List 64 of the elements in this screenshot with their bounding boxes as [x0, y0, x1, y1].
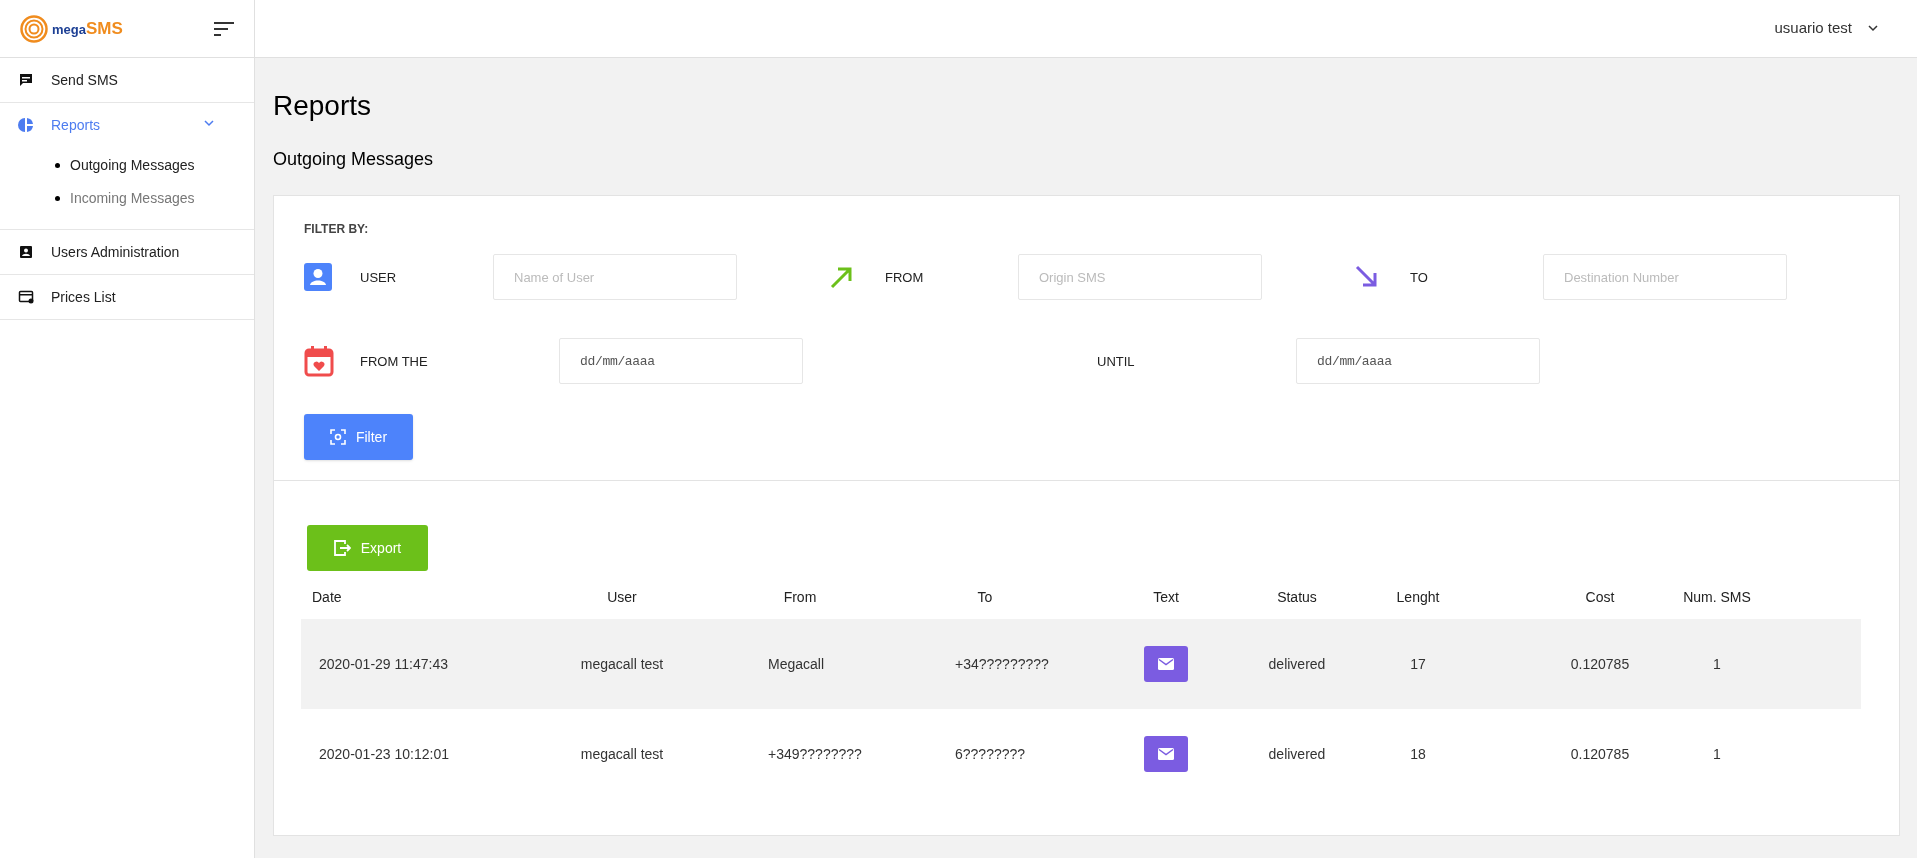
column-header: Text — [1153, 587, 1179, 607]
user-menu[interactable]: usuario test — [1774, 17, 1878, 40]
table-cell-text: 0.120785 — [1570, 654, 1630, 674]
table-cell-text: 18 — [1410, 744, 1426, 764]
table-cell-text: +349???????? — [768, 744, 862, 764]
export-icon — [333, 540, 351, 556]
arrow-down-right-icon — [1354, 264, 1378, 290]
table-cell-text: Megacall — [768, 654, 825, 674]
card-icon — [18, 289, 34, 305]
input-field[interactable]: Name of User — [493, 254, 737, 300]
field-label: TO — [1410, 270, 1428, 285]
column-header: Date — [312, 587, 342, 607]
chevron-down-icon[interactable] — [1868, 25, 1878, 32]
page-title: Reports — [273, 89, 373, 123]
submenu-item[interactable]: Incoming Messages — [70, 188, 195, 209]
column-header: Num. SMS — [1683, 587, 1751, 607]
table-cell-text: delivered — [1268, 654, 1326, 674]
column-header: From — [783, 587, 817, 607]
table-cell-text: delivered — [1268, 744, 1326, 764]
input-field[interactable]: Origin SMS — [1018, 254, 1262, 300]
sidebar-item[interactable]: Send SMS — [0, 58, 254, 102]
logo-text: megaSMS — [52, 20, 123, 37]
column-header: Status — [1277, 587, 1317, 607]
table-cell-text: 2020-01-23 10:12:01 — [319, 744, 449, 764]
column-header: Cost — [1585, 587, 1615, 607]
field-label: UNTIL — [1097, 354, 1135, 369]
column-header: User — [607, 587, 637, 607]
table-cell-text: 1 — [1713, 654, 1721, 674]
input-field[interactable]: Destination Number — [1543, 254, 1787, 300]
date-field[interactable]: dd/mm/aaaa — [1296, 338, 1540, 384]
user-icon — [304, 263, 332, 291]
menu-icon[interactable] — [214, 21, 234, 36]
table-cell-text: 0.120785 — [1570, 744, 1630, 764]
field-label: FROM — [885, 270, 924, 285]
table-cell-text: +34????????? — [955, 654, 1049, 674]
sidebar-item[interactable]: Users Administration — [0, 230, 254, 274]
bullet-icon — [55, 163, 60, 168]
page-subtitle: Outgoing Messages — [273, 148, 435, 171]
filter-heading: FILTER BY: — [304, 221, 369, 238]
message-button[interactable] — [1144, 646, 1188, 682]
bullet-icon — [55, 196, 60, 201]
envelope-icon — [1158, 748, 1174, 760]
date-field[interactable]: dd/mm/aaaa — [559, 338, 803, 384]
message-icon — [18, 72, 34, 88]
table-cell-text: 17 — [1410, 654, 1426, 674]
table-cell-text: megacall test — [580, 744, 664, 764]
user-card-icon — [18, 244, 34, 260]
sidebar-item[interactable]: Prices List — [0, 275, 254, 319]
table-cell-text: 1 — [1713, 744, 1721, 764]
submenu-item[interactable]: Outgoing Messages — [70, 155, 195, 176]
message-button[interactable] — [1144, 736, 1188, 772]
logo-icon — [20, 14, 48, 43]
scan-icon — [329, 429, 346, 445]
sidebar-item[interactable]: Reports — [0, 103, 254, 147]
table-cell-text: 6???????? — [955, 744, 1026, 764]
filter-button[interactable]: Filter — [304, 414, 413, 460]
column-header: Lenght — [1396, 587, 1440, 607]
pie-chart-icon — [18, 117, 34, 133]
table-cell-text: 2020-01-29 11:47:43 — [319, 654, 448, 674]
column-header: To — [977, 587, 993, 607]
table-cell-text: megacall test — [580, 654, 664, 674]
envelope-icon — [1158, 658, 1174, 670]
field-label: FROM THE — [360, 354, 428, 369]
field-label: USER — [360, 270, 397, 285]
